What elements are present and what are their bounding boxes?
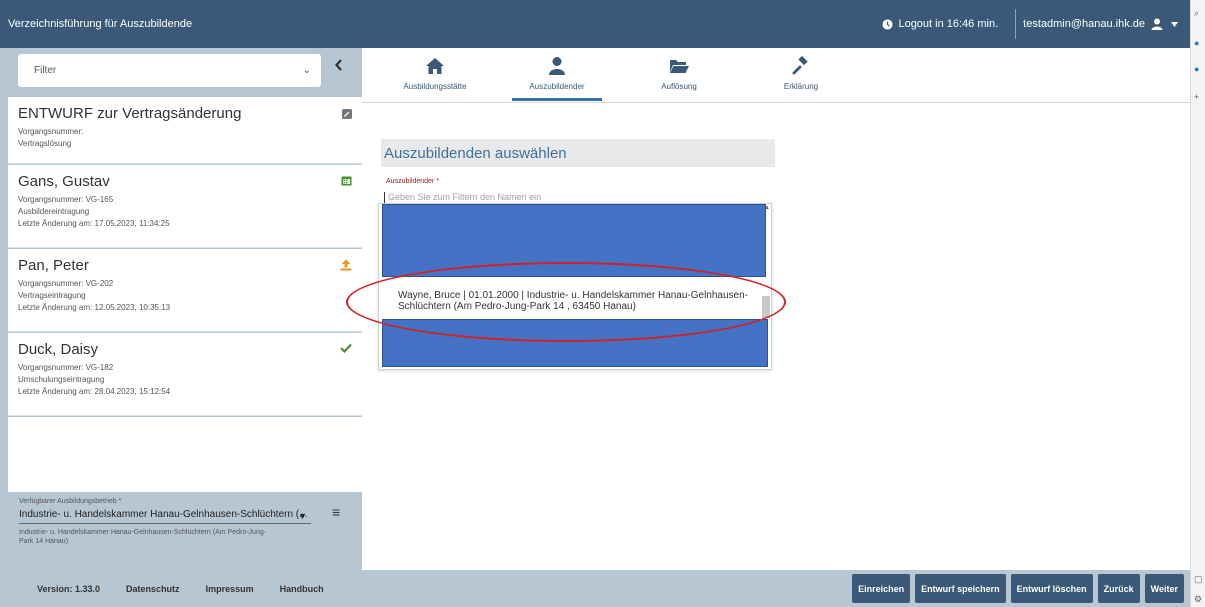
search-icon[interactable]: ⌕	[1194, 8, 1199, 19]
user-icon	[549, 57, 565, 75]
browser-side-strip: ⌕ ● ● + ▢ ⚙	[1190, 0, 1205, 607]
card-line: Vertragseintragung	[18, 291, 86, 300]
chevron-left-icon	[335, 59, 342, 71]
folder-open-icon	[670, 60, 689, 73]
highlight-ellipse	[346, 262, 786, 342]
trainee-field-label: Auszubildender *	[386, 178, 439, 185]
tab-ausbildungsstaette[interactable]: Ausbildungsstätte	[374, 48, 496, 102]
card-line: Letzte Änderung am: 17.05.2023, 11:34:25	[18, 219, 170, 228]
card-title: Duck, Daisy	[18, 341, 99, 358]
tab-erklaerung[interactable]: Erklärung	[740, 48, 862, 102]
company-address: Industrie- u. Handelskammer Hanau-Gelnha…	[19, 529, 267, 545]
app-title: Verzeichnisführung für Auszubildende	[8, 18, 193, 30]
company-select[interactable]: Industrie- u. Handelskammer Hanau-Gelnha…	[19, 509, 311, 524]
tab-aufloesung[interactable]: Auflösung	[618, 48, 740, 102]
footer-links: Version: 1.33.0 Datenschutz Impressum Ha…	[0, 584, 852, 594]
company-selector: Verfügbarer Ausbildungsbetrieb * Industr…	[8, 492, 362, 570]
check-icon	[340, 343, 352, 356]
card-line: Vorgangsnummer: VG-182	[18, 363, 114, 372]
card-line: Letzte Änderung am: 12.05.2023, 10:35:13	[18, 303, 171, 312]
menu-icon[interactable]: ≡	[332, 504, 340, 520]
caret-down-icon: ▼	[298, 511, 307, 521]
card-line: Vorgangsnummer: VG-165	[18, 195, 114, 204]
submit-button[interactable]: Einreichen	[852, 574, 911, 603]
tab-auszubildender[interactable]: Auszubildender	[496, 48, 618, 102]
filter-label: Filter	[34, 65, 57, 76]
tab-divider	[362, 102, 1190, 103]
card-line: Vertragslösung	[18, 139, 72, 148]
company-label: Verfügbarer Ausbildungsbetrieb *	[19, 498, 122, 505]
upload-icon	[340, 259, 352, 274]
extension-icon[interactable]: ●	[1194, 38, 1199, 48]
logout-text: Logout in 16:46 min.	[898, 18, 999, 30]
list-item-gans[interactable]: Gans, Gustav Vorgangsnummer: VG-165 Ausb…	[8, 165, 362, 248]
delete-draft-button[interactable]: Entwurf löschen	[1010, 574, 1093, 603]
card-line: Vorgangsnummer: VG-202	[18, 279, 114, 288]
header-divider	[1015, 9, 1017, 39]
footer-actions: Einreichen Entwurf speichern Entwurf lös…	[852, 574, 1190, 603]
edit-icon	[342, 109, 352, 122]
version-label: Version: 1.33.0	[37, 583, 101, 594]
user-icon	[1151, 18, 1163, 30]
card-line: Ausbildereintragung	[18, 207, 90, 216]
list-item-pan[interactable]: Pan, Peter Vorgangsnummer: VG-202 Vertra…	[8, 249, 362, 332]
card-title: Pan, Peter	[18, 257, 89, 274]
home-icon	[426, 58, 444, 74]
back-button[interactable]: Zurück	[1097, 574, 1140, 603]
tab-label: Auflösung	[661, 82, 697, 91]
company-selected: Industrie- u. Handelskammer Hanau-Gelnha…	[19, 509, 308, 520]
window-icon[interactable]: ▢	[1194, 574, 1203, 585]
chevron-down-icon: ⌄	[302, 65, 311, 76]
list-item-duck[interactable]: Duck, Daisy Vorgangsnummer: VG-182 Umsch…	[8, 333, 362, 416]
tab-label: Ausbildungsstätte	[403, 82, 467, 91]
footer: Version: 1.33.0 Datenschutz Impressum Ha…	[0, 570, 1190, 607]
card-line: Umschulungseintragung	[18, 375, 105, 384]
save-draft-button[interactable]: Entwurf speichern	[915, 574, 1006, 603]
add-icon[interactable]: +	[1194, 92, 1199, 102]
outlook-icon[interactable]: ●	[1194, 64, 1199, 74]
next-button[interactable]: Weiter	[1144, 574, 1184, 603]
sidebar-empty-area	[8, 417, 362, 492]
user-email: testadmin@hanau.ihk.de	[1023, 18, 1145, 30]
card-line: Letzte Änderung am: 28.04.2023, 15:12:54	[18, 387, 171, 396]
filter-select[interactable]: Filter ⌄	[18, 54, 321, 87]
top-header: Verzeichnisführung für Auszubildende Log…	[0, 0, 1190, 48]
card-title: ENTWURF zur Vertragsänderung	[18, 105, 242, 122]
collapse-sidebar-button[interactable]	[334, 58, 348, 80]
scroll-up-icon[interactable]: ▲	[764, 205, 770, 211]
header-right: Logout in 16:46 min. testadmin@hanau.ihk…	[882, 0, 1190, 48]
settings-icon[interactable]: ⚙	[1194, 594, 1202, 605]
footer-link-datenschutz[interactable]: Datenschutz	[126, 584, 180, 594]
gavel-icon	[792, 56, 808, 75]
tab-label: Erklärung	[783, 82, 819, 91]
card-line: Vorgangsnummer:	[18, 127, 84, 136]
user-menu[interactable]: testadmin@hanau.ihk.de	[1023, 18, 1190, 30]
logout-timer[interactable]: Logout in 16:46 min.	[882, 18, 1008, 30]
caret-down-icon	[1171, 21, 1178, 27]
step-tabs: Ausbildungsstätte Auszubildender Auflösu…	[374, 48, 862, 102]
footer-link-impressum[interactable]: Impressum	[206, 584, 254, 594]
clock-icon	[882, 18, 893, 30]
list-item-entwurf[interactable]: ENTWURF zur Vertragsänderung Vorgangsnum…	[8, 97, 362, 164]
section-heading: Auszubildenden auswählen	[381, 139, 775, 167]
calendar-icon	[341, 175, 352, 189]
tab-label: Auszubildender	[529, 82, 585, 91]
footer-link-handbuch[interactable]: Handbuch	[280, 584, 324, 594]
card-title: Gans, Gustav	[18, 173, 110, 190]
